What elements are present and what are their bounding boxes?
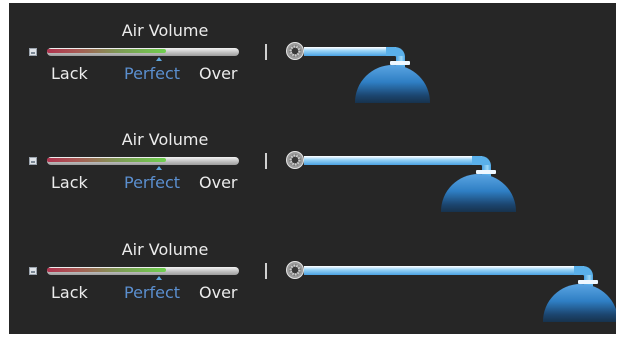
perfect-label: Perfect <box>124 173 181 192</box>
air-volume-title: Air Volume <box>121 130 209 149</box>
lack-label: Lack <box>51 64 88 83</box>
duct-pipe <box>304 47 396 56</box>
perfect-label: Perfect <box>124 64 181 83</box>
square-toggle-icon[interactable] <box>29 48 37 56</box>
separator <box>265 263 267 279</box>
square-toggle-icon[interactable] <box>29 267 37 275</box>
air-volume-bar <box>47 157 239 165</box>
air-volume-title: Air Volume <box>121 240 209 259</box>
perfect-label: Perfect <box>124 283 181 302</box>
air-volume-bar <box>47 267 239 275</box>
air-volume-panel: Air Volume Lack Perfect Over Air Volume … <box>9 3 616 334</box>
over-label: Over <box>199 173 238 192</box>
perfect-marker-icon <box>156 276 162 280</box>
fan-icon <box>286 151 304 169</box>
hood-icon <box>543 284 616 322</box>
square-toggle-icon[interactable] <box>29 157 37 165</box>
over-label: Over <box>199 64 238 83</box>
over-label: Over <box>199 283 238 302</box>
hood-icon <box>441 174 516 212</box>
perfect-marker-icon <box>156 57 162 61</box>
air-volume-row: Air Volume Lack Perfect Over <box>9 3 616 113</box>
air-volume-row: Air Volume Lack Perfect Over <box>9 222 616 332</box>
air-volume-bar-fill <box>47 158 167 162</box>
lack-label: Lack <box>51 173 88 192</box>
perfect-marker-icon <box>156 166 162 170</box>
air-volume-bar <box>47 48 239 56</box>
duct-pipe <box>304 156 482 165</box>
fan-icon <box>286 42 304 60</box>
air-volume-title: Air Volume <box>121 21 209 40</box>
fan-icon <box>286 261 304 279</box>
air-volume-row: Air Volume Lack Perfect Over <box>9 112 616 222</box>
separator <box>265 153 267 169</box>
lack-label: Lack <box>51 283 88 302</box>
duct-pipe <box>304 266 584 275</box>
hood-icon <box>355 65 430 103</box>
air-volume-bar-fill <box>47 268 167 272</box>
separator <box>265 44 267 60</box>
air-volume-bar-fill <box>47 49 167 53</box>
